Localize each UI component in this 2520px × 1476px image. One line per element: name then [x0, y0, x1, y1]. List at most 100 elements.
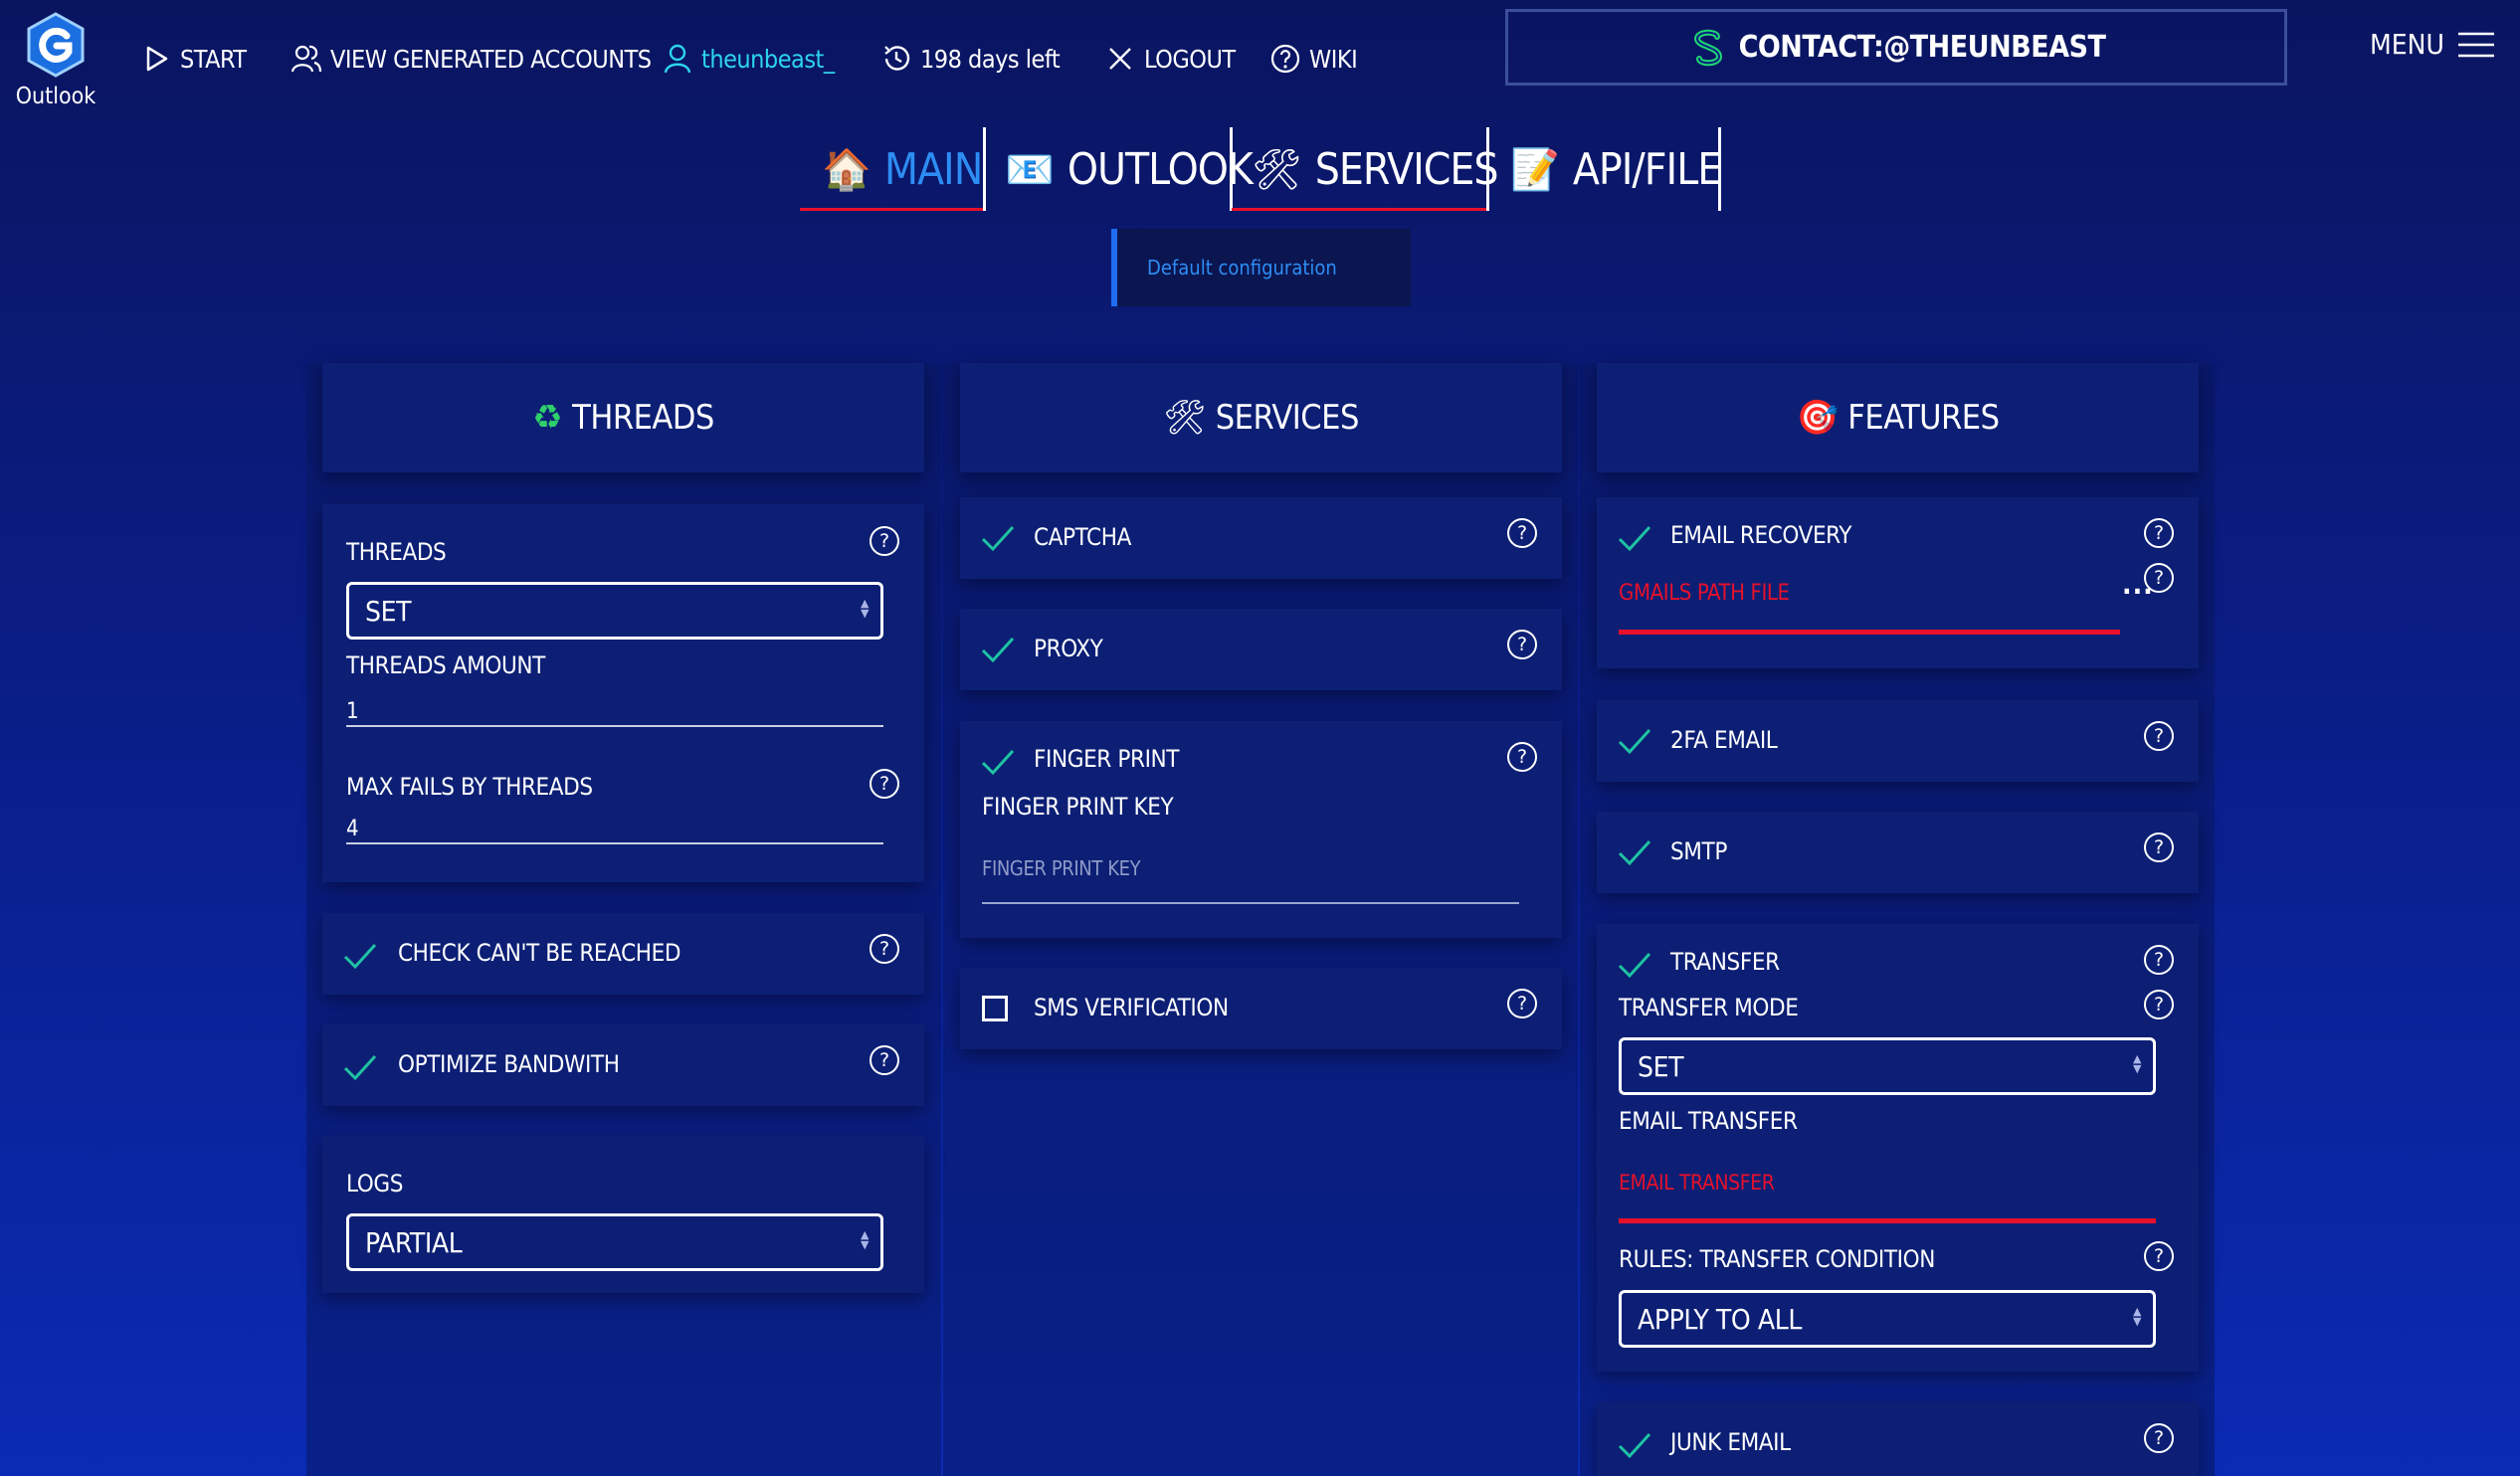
- transfer-mode-select[interactable]: SET ▲ ▼: [1619, 1037, 2156, 1095]
- menu-button[interactable]: MENU: [2370, 28, 2496, 61]
- captcha-card[interactable]: CAPTCHA ?: [960, 497, 1562, 579]
- proxy-card[interactable]: PROXY ?: [960, 609, 1562, 690]
- gmails-path-input[interactable]: GMAILS PATH FILE: [1619, 581, 1790, 606]
- check-unreachable-label: CHECK CAN'T BE REACHED: [398, 939, 681, 967]
- logs-card: LOGS PARTIAL ▲ ▼: [322, 1136, 924, 1293]
- help-icon[interactable]: ?: [2144, 832, 2174, 862]
- view-accounts-label: VIEW GENERATED ACCOUNTS: [330, 44, 652, 74]
- tab-divider: [1718, 127, 1721, 211]
- transfer-label: TRANSFER: [1670, 948, 1780, 976]
- check-unreachable-card[interactable]: CHECK CAN'T BE REACHED ?: [322, 913, 924, 995]
- finger-print-key-underline: [982, 902, 1519, 904]
- tab-main-underline: [800, 208, 984, 211]
- help-icon[interactable]: ?: [2144, 721, 2174, 751]
- transfer-card: TRANSFER ? TRANSFER MODE ? SET ▲ ▼ EMAIL …: [1597, 924, 2199, 1372]
- help-icon[interactable]: ?: [2144, 1241, 2174, 1271]
- threads-header: ♻ THREADS: [322, 363, 924, 472]
- tab-divider: [983, 127, 986, 211]
- sms-verification-label: SMS VERIFICATION: [1034, 994, 1229, 1021]
- help-icon[interactable]: ?: [1507, 630, 1537, 659]
- logs-select-value: PARTIAL: [365, 1225, 463, 1259]
- check-icon[interactable]: [980, 747, 1016, 777]
- tab-api-file[interactable]: 📝 API/FILE: [1498, 127, 1733, 211]
- help-icon[interactable]: ?: [2144, 518, 2174, 548]
- select-arrows-icon: ▲ ▼: [860, 597, 869, 620]
- question-circle-icon: [1270, 44, 1300, 74]
- max-fails-underline: [346, 842, 883, 844]
- help-icon[interactable]: ?: [870, 934, 899, 964]
- help-icon[interactable]: ?: [2144, 1423, 2174, 1453]
- user-icon: [664, 44, 691, 74]
- wiki-link[interactable]: WIKI: [1269, 42, 1358, 76]
- threads-select-value: SET: [365, 594, 412, 628]
- contact-banner[interactable]: CONTACT:@THEUNBEAST: [1505, 9, 2287, 86]
- sms-verification-card[interactable]: SMS VERIFICATION ?: [960, 968, 1562, 1049]
- logout-button[interactable]: LOGOUT: [1104, 42, 1236, 76]
- logs-select[interactable]: PARTIAL ▲ ▼: [346, 1213, 883, 1271]
- clock-history-icon: [884, 46, 910, 71]
- features-header: 🎯 FEATURES: [1597, 363, 2199, 472]
- services-title: SERVICES: [1215, 398, 1360, 438]
- transfer-mode-select-value: SET: [1638, 1049, 1684, 1083]
- smtp-card[interactable]: SMTP ?: [1597, 812, 2199, 893]
- help-icon[interactable]: ?: [1507, 742, 1537, 772]
- more-options-icon[interactable]: ···: [2122, 575, 2154, 608]
- days-left-label: 198 days left: [920, 44, 1061, 74]
- threads-title: THREADS: [572, 398, 714, 438]
- finger-print-label: FINGER PRINT: [1034, 745, 1180, 773]
- config-selector[interactable]: Default configuration: [1111, 229, 1411, 306]
- 2fa-email-card[interactable]: 2FA EMAIL ?: [1597, 700, 2199, 782]
- wiki-label: WIKI: [1309, 44, 1358, 74]
- logs-label: LOGS: [346, 1170, 404, 1198]
- optimize-bandwidth-label: OPTIMIZE BANDWITH: [398, 1050, 620, 1078]
- help-icon[interactable]: ?: [1507, 518, 1537, 548]
- hamburger-icon: [2457, 32, 2494, 57]
- help-icon[interactable]: ?: [870, 1045, 899, 1075]
- threads-select[interactable]: SET ▲ ▼: [346, 582, 883, 640]
- tab-main[interactable]: 🏠 MAIN: [810, 127, 994, 211]
- junk-email-card[interactable]: JUNK EMAIL ?: [1597, 1402, 2199, 1476]
- help-icon[interactable]: ?: [1507, 989, 1537, 1018]
- check-icon: [1618, 728, 1651, 755]
- finger-print-key-label: FINGER PRINT KEY: [982, 793, 1174, 821]
- view-accounts-button[interactable]: VIEW GENERATED ACCOUNTS: [291, 42, 652, 76]
- email-transfer-input[interactable]: EMAIL TRANSFER: [1619, 1171, 1775, 1195]
- threads-amount-input[interactable]: 1: [346, 699, 359, 724]
- rules-select-value: APPLY TO ALL: [1638, 1302, 1802, 1336]
- finger-print-key-input[interactable]: FINGER PRINT KEY: [982, 856, 1141, 880]
- select-arrows-icon: ▲ ▼: [2132, 1305, 2141, 1328]
- sms-checkbox[interactable]: [982, 996, 1008, 1021]
- check-icon[interactable]: [1617, 950, 1652, 980]
- check-icon[interactable]: [1617, 523, 1652, 553]
- tab-api-file-label: API/FILE: [1572, 143, 1722, 195]
- tab-services[interactable]: 🛠 SERVICES: [1240, 127, 1510, 211]
- threads-label: THREADS: [346, 538, 447, 566]
- help-icon[interactable]: ?: [2144, 945, 2174, 975]
- check-icon: [343, 1054, 377, 1081]
- optimize-bandwidth-card[interactable]: OPTIMIZE BANDWITH ?: [322, 1024, 924, 1106]
- help-icon[interactable]: ?: [870, 769, 899, 799]
- start-button[interactable]: START: [140, 42, 247, 76]
- help-icon[interactable]: ?: [870, 526, 899, 556]
- contact-label: CONTACT:@THEUNBEAST: [1738, 30, 2106, 65]
- users-icon: [291, 45, 322, 73]
- tab-outlook[interactable]: 📧 OUTLOOK: [993, 127, 1264, 211]
- tab-divider: [1230, 127, 1233, 211]
- tab-main-label: MAIN: [883, 143, 984, 195]
- threads-amount-label: THREADS AMOUNT: [346, 651, 545, 679]
- junk-email-label: JUNK EMAIL: [1670, 1428, 1791, 1456]
- config-label: Default configuration: [1147, 256, 1337, 279]
- email-transfer-underline: [1619, 1218, 2156, 1223]
- tab-services-underline: [1232, 208, 1488, 211]
- features-title: FEATURES: [1847, 398, 2000, 438]
- transfer-mode-label: TRANSFER MODE: [1619, 994, 1799, 1021]
- check-icon: [981, 637, 1015, 663]
- brand-logo[interactable]: Outlook: [14, 12, 97, 109]
- help-icon[interactable]: ?: [2144, 990, 2174, 1019]
- user-profile-link[interactable]: theunbeast_: [662, 42, 835, 76]
- rules-select[interactable]: APPLY TO ALL ▲ ▼: [1619, 1290, 2156, 1348]
- max-fails-input[interactable]: 4: [346, 817, 359, 841]
- tools-icon: 🛠: [1163, 398, 1206, 438]
- logo-icon: [27, 12, 85, 78]
- tools-icon: 🛠: [1252, 146, 1302, 193]
